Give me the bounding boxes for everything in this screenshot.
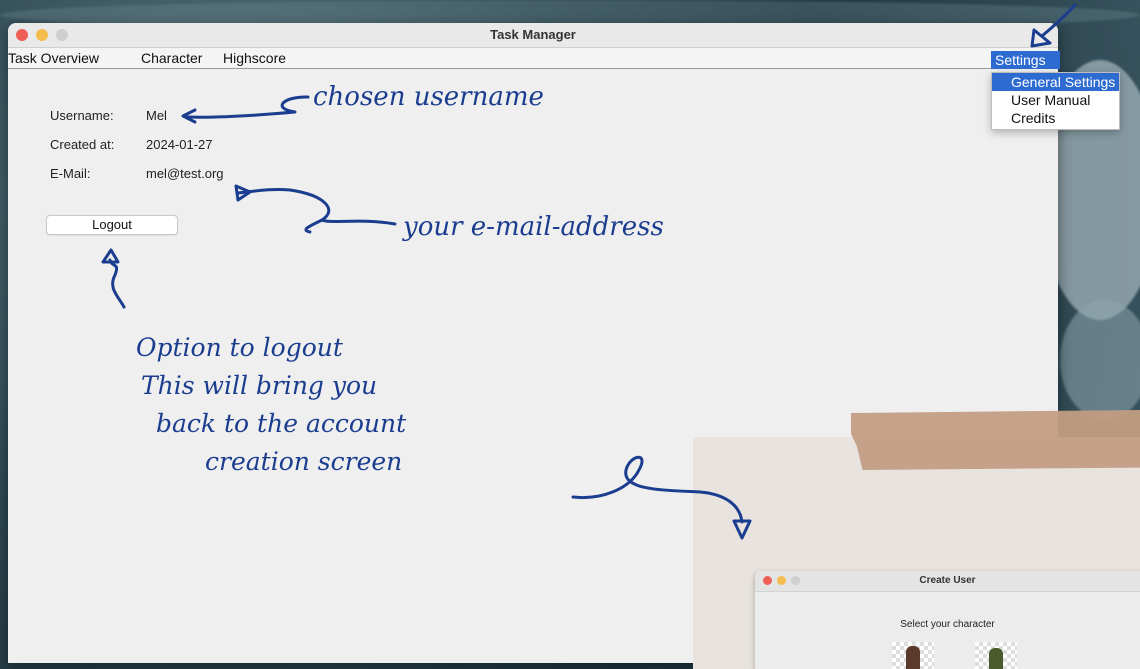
menu-bar: Task Overview Character Highscore	[8, 48, 1058, 69]
annotation-email: your e-mail-address	[403, 212, 664, 242]
created-at-value: 2024-01-27	[146, 137, 213, 152]
mini-title-bar: Create User	[755, 571, 1140, 592]
character-image	[975, 642, 1017, 669]
settings-dropdown: General Settings User Manual Credits	[991, 72, 1120, 130]
menu-item-credits[interactable]: Credits	[992, 109, 1119, 127]
menu-item-user-manual[interactable]: User Manual	[992, 91, 1119, 109]
annotation-logout-line4: creation screen	[205, 447, 403, 476]
character-figure	[906, 646, 920, 669]
menu-item-general-settings[interactable]: General Settings	[992, 73, 1119, 91]
menu-settings[interactable]: Settings	[991, 51, 1060, 69]
tape-strip	[851, 410, 1140, 470]
annotation-logout-line2: This will bring you	[141, 371, 378, 400]
menu-highscore[interactable]: Highscore	[223, 50, 286, 66]
mini-window-title: Create User	[919, 575, 976, 586]
annotation-username: chosen username	[313, 82, 544, 112]
background-texture	[1060, 300, 1140, 420]
character-figure	[989, 648, 1003, 669]
menu-character[interactable]: Character	[141, 50, 202, 66]
email-label: E-Mail:	[50, 166, 91, 181]
created-at-label: Created at:	[50, 137, 115, 152]
email-value: mel@test.org	[146, 166, 224, 181]
window-title: Task Manager	[490, 27, 576, 42]
annotation-logout-line3: back to the account	[156, 409, 407, 438]
username-value: Mel	[146, 108, 167, 123]
character-image	[892, 642, 934, 669]
select-character-label: Select your character	[900, 619, 995, 630]
username-label: Username:	[50, 108, 114, 123]
create-user-window-preview: Create User Select your character	[755, 571, 1140, 669]
title-bar: Task Manager	[8, 23, 1058, 48]
menu-task-overview[interactable]: Task Overview	[8, 50, 99, 66]
logout-button[interactable]: Logout	[46, 215, 178, 235]
annotation-logout-line1: Option to logout	[136, 333, 343, 362]
